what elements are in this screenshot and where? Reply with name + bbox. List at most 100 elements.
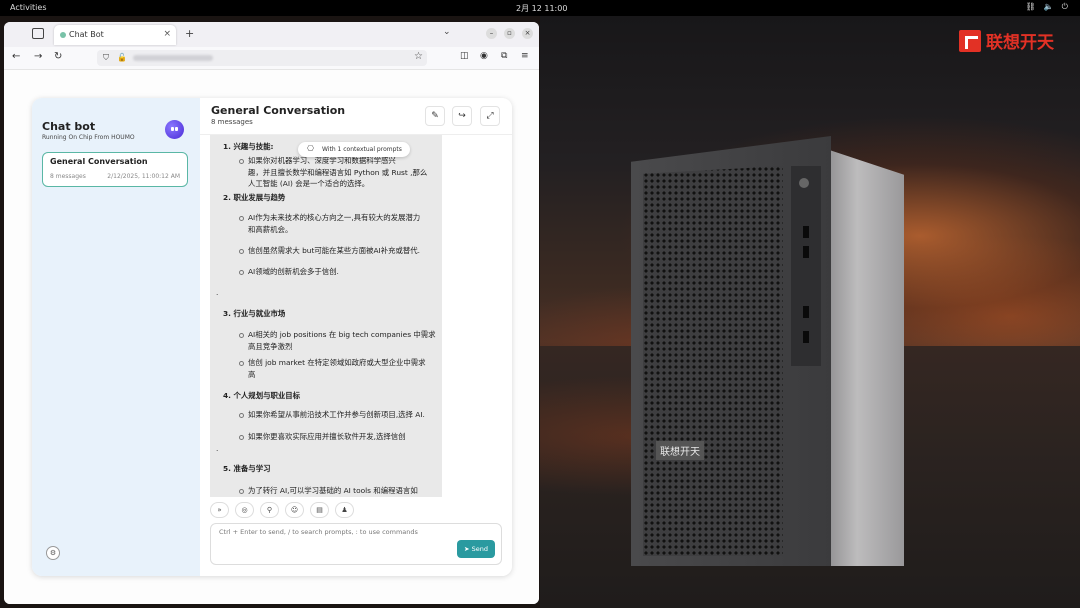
message-line: .: [216, 288, 219, 297]
bullet-marker: [239, 435, 244, 440]
network-icon[interactable]: ⛓: [1026, 2, 1036, 12]
power-button-image: [799, 178, 809, 188]
message-line: 如果你希望从事前沿技术工作并参与创新项目,选择 AI.: [248, 410, 425, 419]
message-line: 趣，并且擅长数学和编程语言如 Python 或 Rust ,那么: [248, 168, 428, 177]
message-input-placeholder: Ctrl + Enter to send, / to search prompt…: [219, 528, 418, 536]
message-line: 信创虽然需求大 but可能在某些方面被AI补充或替代.: [248, 246, 421, 255]
url-text-blurred: [133, 55, 213, 61]
edit-button[interactable]: ✎: [425, 106, 445, 126]
case-badge: 联想开天: [656, 441, 704, 460]
context-prompts-chip[interactable]: ⎔ With 1 contextual prompts: [298, 142, 410, 157]
tab-overview-icon[interactable]: [32, 28, 44, 39]
message-line: AI领域的创新机会多于信创.: [248, 267, 339, 276]
fullscreen-button[interactable]: ⤢: [480, 106, 500, 126]
send-button[interactable]: ➤ Send: [457, 540, 495, 558]
usb-port: [803, 246, 809, 258]
expand-icon: ⤢: [486, 111, 494, 121]
conversation-title: General Conversation: [211, 104, 346, 117]
bullet-marker: [239, 333, 244, 338]
close-window-button[interactable]: ×: [522, 28, 533, 39]
page-content: Chat bot Running On Chip From HOUMO Gene…: [4, 70, 539, 604]
message-line: 和高薪机会。: [248, 225, 293, 234]
bullet-marker: [239, 413, 244, 418]
insecure-lock-icon[interactable]: 🔓: [117, 53, 127, 62]
pocket-icon[interactable]: ◫: [460, 51, 469, 61]
usb-port: [803, 226, 809, 238]
message-heading: 4. 个人规划与职业目标: [223, 391, 301, 400]
pc-tower-ports: [791, 166, 821, 366]
bullet-marker: [239, 216, 244, 221]
clear-context-icon[interactable]: ▤: [310, 502, 329, 518]
bullet-marker: [239, 159, 244, 164]
prompt-search-icon[interactable]: ⚲: [260, 502, 279, 518]
scroll-down-icon[interactable]: »: [210, 502, 229, 518]
usb-port: [803, 331, 809, 343]
brain-icon: ⎔: [307, 144, 314, 153]
pc-tower-image: 联想开天: [631, 136, 904, 566]
message-line: 为了转行 AI,可以学习基础的 AI tools 和编程语言如: [248, 486, 418, 495]
message-heading: 5. 准备与学习: [223, 464, 271, 473]
brand-logo-mark: [959, 29, 981, 52]
tab-close-icon[interactable]: ×: [163, 29, 171, 39]
conversation-item[interactable]: General Conversation 8 messages 2/12/202…: [42, 152, 188, 187]
tab-favicon-icon: [60, 32, 66, 38]
settings-toggle-icon[interactable]: ◎: [235, 502, 254, 518]
activities-button[interactable]: Activities: [10, 3, 47, 12]
message-line: 人工智能 (AI) 会是一个适合的选择。: [248, 179, 370, 188]
share-button[interactable]: ↪: [452, 106, 472, 126]
send-icon: ➤: [464, 545, 470, 553]
system-top-bar: Activities 2月 12 11:00 ⛓ 🔈 ⏻: [0, 0, 1080, 16]
settings-icon[interactable]: ⚙: [46, 546, 60, 560]
maximize-button[interactable]: ▫: [504, 28, 515, 39]
account-icon[interactable]: ◉: [480, 51, 488, 61]
system-tray[interactable]: ⛓ 🔈 ⏻: [1026, 2, 1068, 12]
conversation-message-count: 8 messages: [50, 173, 86, 180]
bullet-marker: [239, 361, 244, 366]
message-heading: 3. 行业与就业市场: [223, 309, 286, 318]
bookmark-star-icon[interactable]: ☆: [414, 51, 423, 62]
message-line: 高: [248, 370, 256, 379]
extensions-icon[interactable]: ⧉: [501, 51, 507, 61]
message-line: 如果你更喜欢实际应用并擅长软件开发,选择信创: [248, 432, 406, 441]
chat-main: General Conversation 8 messages ✎ ↪ ⤢ 1.…: [200, 98, 512, 576]
tab-chat-bot[interactable]: Chat Bot ×: [54, 25, 176, 45]
message-heading: 1. 兴趣与技能:: [223, 142, 274, 151]
back-icon[interactable]: ←: [12, 51, 20, 62]
bullet-marker: [239, 489, 244, 494]
pc-tower-mesh: [643, 166, 783, 556]
bot-avatar-icon: [165, 120, 184, 139]
bullet-marker: [239, 249, 244, 254]
browser-window: Chat Bot × + ⌄ – ▫ × ← → ↻ ⛉ 🔓 ☆ ◫ ◉ ⧉ ≡…: [4, 22, 539, 604]
bullet-marker: [239, 270, 244, 275]
menu-icon[interactable]: ≡: [521, 51, 529, 61]
minimize-button[interactable]: –: [486, 28, 497, 39]
message-line: .: [216, 444, 219, 453]
url-bar[interactable]: ⛉ 🔓 ☆: [97, 50, 427, 66]
reload-icon[interactable]: ↻: [54, 51, 62, 62]
system-clock[interactable]: 2月 12 11:00: [516, 3, 567, 14]
volume-icon[interactable]: 🔈: [1044, 2, 1054, 12]
chat-app: Chat bot Running On Chip From HOUMO Gene…: [32, 98, 512, 576]
tab-label: Chat Bot: [69, 30, 104, 39]
message-line: AI相关的 job positions 在 big tech companies…: [248, 330, 436, 339]
power-icon[interactable]: ⏻: [1062, 2, 1068, 12]
tab-list-button[interactable]: ⌄: [443, 27, 451, 37]
message-line: 信创 job market 在特定领域如政府或大型企业中需求: [248, 358, 426, 367]
message-line: 高且竞争激烈: [248, 342, 293, 351]
app-title: Chat bot: [42, 120, 96, 133]
mask-icon[interactable]: ☺: [285, 502, 304, 518]
conversation-subtitle: 8 messages: [211, 118, 253, 126]
shield-icon[interactable]: ⛉: [103, 53, 109, 63]
forward-icon[interactable]: →: [34, 51, 42, 62]
model-icon[interactable]: ♟: [335, 502, 354, 518]
message-input[interactable]: Ctrl + Enter to send, / to search prompt…: [210, 523, 502, 565]
usb-port: [803, 306, 809, 318]
tab-bar: Chat Bot × + ⌄ – ▫ ×: [4, 22, 539, 47]
navigation-bar: ← → ↻ ⛉ 🔓 ☆ ◫ ◉ ⧉ ≡: [4, 47, 539, 70]
share-icon: ↪: [458, 111, 466, 121]
send-label: Send: [471, 545, 488, 553]
new-tab-button[interactable]: +: [185, 27, 194, 40]
pc-tower-side: [826, 148, 904, 566]
brand-logo: 联想开天: [959, 28, 1054, 53]
bot-message: 1. 兴趣与技能: 如果你对机器学习、深度学习和数据科学感兴 趣，并且擅长数学和编程…: [210, 135, 442, 497]
